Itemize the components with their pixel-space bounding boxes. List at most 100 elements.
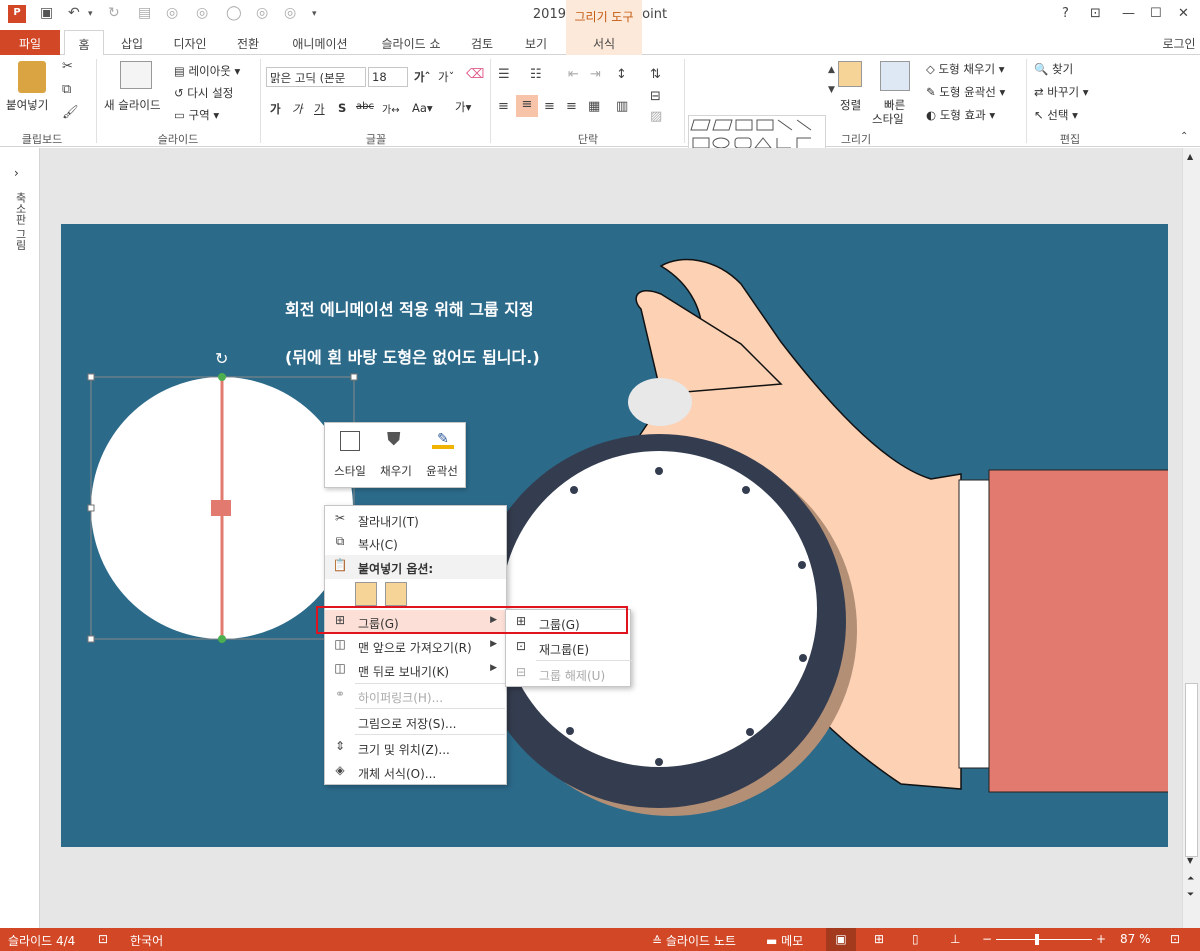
mini-style-button[interactable]: 스타일 xyxy=(327,423,373,489)
find-button[interactable]: 🔍 찾기 xyxy=(1034,61,1073,77)
font-color-icon[interactable]: 가▾ xyxy=(455,99,471,115)
scroll-down-icon[interactable]: ▼ xyxy=(1187,856,1193,865)
next-slide-icon[interactable]: ⏷ xyxy=(1187,890,1194,900)
zoom-level[interactable]: 87 % xyxy=(1120,932,1151,946)
justify-icon[interactable]: ≡ xyxy=(566,99,577,114)
notes-button[interactable]: ≙ 슬라이드 노트 xyxy=(652,932,736,949)
shapes-scroll-up-icon[interactable]: ▲ xyxy=(828,65,835,75)
comments-button[interactable]: ▬ 메모 xyxy=(766,932,803,949)
arrange-icon[interactable] xyxy=(838,61,862,87)
previous-slide-icon[interactable]: ⏶ xyxy=(1187,874,1194,884)
tab-animations[interactable]: 애니메이션 xyxy=(282,30,358,55)
align-center-icon[interactable]: ≡ xyxy=(516,95,538,117)
shapes-scroll-down-icon[interactable]: ▼ xyxy=(828,85,835,95)
font-size-combo[interactable]: 18 xyxy=(368,67,408,87)
quick-styles-label-2[interactable]: 스타일 xyxy=(872,111,904,127)
cut-icon[interactable]: ✂ xyxy=(62,59,73,74)
normal-view-icon[interactable]: ▣ xyxy=(826,928,856,951)
slideshow-view-icon[interactable]: ⊥ xyxy=(950,932,960,946)
align-right-icon[interactable]: ≡ xyxy=(544,99,555,114)
columns-icon[interactable]: ▥ xyxy=(616,99,628,114)
strikethrough-icon[interactable]: abc xyxy=(356,101,374,112)
font-name-combo[interactable]: 맑은 고딕 (본문 xyxy=(266,67,366,87)
zoom-slider-track[interactable] xyxy=(996,939,1092,940)
underline-icon[interactable]: 가 xyxy=(314,101,325,117)
clear-format-icon[interactable]: ⌫ xyxy=(466,67,484,82)
vertical-scrollbar[interactable]: ▲ ▼ ⏶ ⏷ xyxy=(1182,148,1200,928)
maximize-button[interactable]: ☐ xyxy=(1150,6,1162,21)
line-spacing-icon[interactable]: ↕ xyxy=(616,67,627,82)
mini-outline-button[interactable]: ✎ 윤곽선 xyxy=(419,423,465,489)
mini-fill-button[interactable]: ⛊ 채우기 xyxy=(373,423,419,489)
increase-indent-icon[interactable]: ⇥ xyxy=(590,67,601,82)
tab-review[interactable]: 검토 xyxy=(462,30,502,55)
bold-icon[interactable]: 가 xyxy=(270,101,281,117)
slide-text-line-2[interactable]: (뒤에 흰 바탕 도형은 없어도 됩니다.) xyxy=(285,344,540,368)
select-button[interactable]: ↖ 선택 ▾ xyxy=(1034,107,1078,123)
smartart-icon[interactable]: ▨ xyxy=(650,109,662,124)
shape-fill-button[interactable]: ◇ 도형 채우기 ▾ xyxy=(926,61,1005,77)
close-button[interactable]: ✕ xyxy=(1178,6,1189,21)
arrange-button[interactable]: 정렬 xyxy=(840,97,861,113)
menu-item-hyperlink[interactable]: ⚭ 하이퍼링크(H)... xyxy=(325,684,506,708)
quick-styles-icon[interactable] xyxy=(880,61,910,91)
rotate-handle-icon[interactable]: ↻ xyxy=(215,349,228,368)
italic-icon[interactable]: 가 xyxy=(292,101,303,117)
help-button[interactable]: ? xyxy=(1062,6,1069,21)
change-case-icon[interactable]: Aa▾ xyxy=(412,101,433,115)
language-indicator[interactable]: 한국어 xyxy=(130,932,163,949)
layout-button[interactable]: ▤ 레이아웃 ▾ xyxy=(174,63,240,79)
shape-outline-button[interactable]: ✎ 도형 윤곽선 ▾ xyxy=(926,84,1005,100)
new-slide-icon[interactable] xyxy=(120,61,152,89)
section-button[interactable]: ▭ 구역 ▾ xyxy=(174,107,219,123)
submenu-item-ungroup[interactable]: ⊟ 그룹 해제(U) xyxy=(506,662,630,686)
char-spacing-icon[interactable]: 가↔ xyxy=(382,101,400,116)
scroll-up-icon[interactable]: ▲ xyxy=(1187,152,1193,161)
menu-item-copy[interactable]: ⧉ 복사(C) xyxy=(325,531,506,555)
reset-button[interactable]: ↺ 다시 설정 xyxy=(174,85,233,101)
thumbnail-pane-label[interactable]: 축소판 그림 xyxy=(12,192,28,251)
paste-icon[interactable] xyxy=(18,61,46,93)
ribbon-display-icon[interactable]: ⊡ xyxy=(1090,6,1101,21)
menu-item-save-as-picture[interactable]: 그림으로 저장(S)... xyxy=(325,710,506,734)
tab-slideshow[interactable]: 슬라이드 쇼 xyxy=(370,30,452,55)
minimize-button[interactable]: — xyxy=(1122,6,1135,21)
paste-button-label[interactable]: 붙여넣기 xyxy=(6,97,48,113)
line-end-handle[interactable] xyxy=(218,635,226,643)
shape-effects-button[interactable]: ◐ 도형 효과 ▾ xyxy=(926,107,995,123)
bullets-icon[interactable]: ☰ xyxy=(498,67,510,82)
decrease-indent-icon[interactable]: ⇤ xyxy=(568,67,579,82)
zoom-slider-thumb[interactable] xyxy=(1035,934,1040,945)
tab-insert[interactable]: 삽입 xyxy=(112,30,152,55)
tab-design[interactable]: 디자인 xyxy=(164,30,216,55)
tab-format[interactable]: 서식 xyxy=(566,30,642,55)
copy-icon[interactable]: ⧉ xyxy=(62,82,71,97)
menu-item-send-back[interactable]: ◫ 맨 뒤로 보내기(K) ▶ xyxy=(325,658,506,682)
tab-file[interactable]: 파일 xyxy=(0,30,60,55)
tab-transitions[interactable]: 전환 xyxy=(228,30,268,55)
fit-to-window-icon[interactable]: ⊡ xyxy=(1170,932,1180,946)
zoom-out-button[interactable]: − xyxy=(982,932,992,946)
align-text-icon[interactable]: ⊟ xyxy=(650,89,661,104)
slide-sorter-icon[interactable]: ⊞ xyxy=(874,932,884,946)
expand-pane-icon[interactable]: › xyxy=(14,166,19,180)
slide-text-line-1[interactable]: 회전 에니메이션 적용 위해 그룹 지정 xyxy=(285,296,534,320)
menu-item-bring-front[interactable]: ◫ 맨 앞으로 가져오기(R) ▶ xyxy=(325,634,506,658)
zoom-in-button[interactable]: + xyxy=(1096,932,1106,946)
format-painter-icon[interactable]: 🖌 xyxy=(62,105,79,120)
tab-home[interactable]: 홈 xyxy=(64,30,104,56)
spellcheck-icon[interactable]: ⊡ xyxy=(98,932,108,946)
slide-canvas[interactable]: ↻ 회전 에니메이션 적용 위해 그룹 지정 (뒤에 흰 바탕 도형은 없어도 … xyxy=(61,224,1168,847)
shrink-font-icon[interactable]: 가ˇ xyxy=(438,69,454,85)
new-slide-button[interactable]: 새 슬라이드 xyxy=(104,97,161,113)
line-start-handle[interactable] xyxy=(218,373,226,381)
scrollbar-thumb[interactable] xyxy=(1185,683,1198,857)
signin-link[interactable]: 로그인 xyxy=(1158,30,1200,55)
menu-item-format-object[interactable]: ◈ 개체 서식(O)... xyxy=(325,760,506,784)
reading-view-icon[interactable]: ▯ xyxy=(912,932,919,946)
menu-item-size-position[interactable]: ⇕ 크기 및 위치(Z)... xyxy=(325,736,506,760)
distribute-icon[interactable]: ▦ xyxy=(588,99,600,114)
collapse-ribbon-icon[interactable]: ⌃ xyxy=(1180,131,1188,142)
paste-keep-text-icon[interactable] xyxy=(355,582,377,606)
numbering-icon[interactable]: ☷ xyxy=(530,67,542,82)
